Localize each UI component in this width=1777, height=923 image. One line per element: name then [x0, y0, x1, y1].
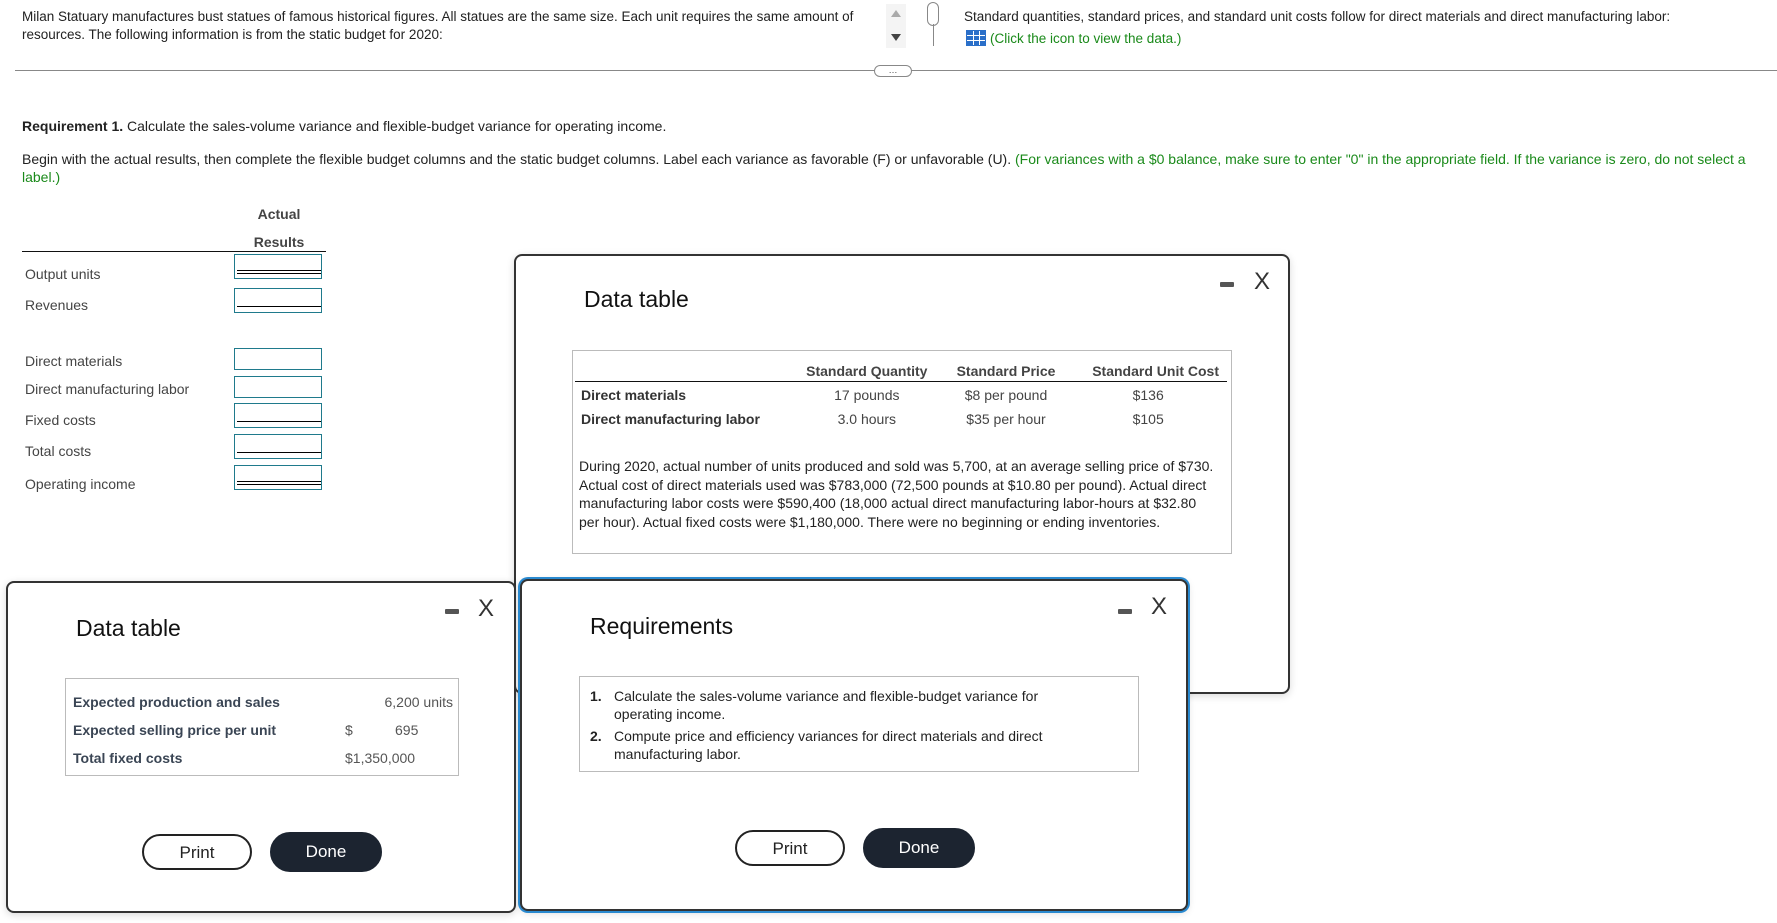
row-value: $1,350,000 [345, 750, 416, 766]
row-price: $8 per pound [964, 387, 1048, 403]
modal-title: Data table [584, 286, 689, 312]
divider-drag-handle[interactable]: … [874, 65, 912, 77]
instructions: Begin with the actual results, then comp… [22, 150, 1772, 186]
row-label-fixed-costs: Fixed costs [25, 412, 96, 428]
column-header-line1: Actual [257, 206, 301, 222]
scroll-up-icon[interactable] [891, 10, 901, 17]
view-data-link-text[interactable]: (Click the icon to view the data.) [990, 31, 1181, 46]
budget-data-table-modal: Data table X Expected production and sal… [6, 581, 516, 913]
col-header-price: Standard Price [942, 357, 1070, 382]
row-quantity: 3.0 hours [837, 411, 896, 427]
close-icon[interactable]: X [1254, 270, 1270, 294]
requirement-item: 1. Calculate the sales-volume variance a… [580, 687, 1100, 723]
minimize-icon[interactable] [445, 609, 459, 614]
operating-income-actual-input[interactable] [234, 465, 322, 490]
row-label-total-costs: Total costs [25, 443, 92, 459]
close-icon[interactable]: X [1151, 595, 1167, 619]
requirement-item: 2. Compute price and efficiency variance… [580, 727, 1100, 763]
modal-title: Data table [76, 615, 181, 641]
instructions-text: Begin with the actual results, then comp… [22, 151, 1015, 167]
requirement-label: Requirement 1. [22, 118, 124, 134]
row-label: Expected selling price per unit [73, 722, 277, 738]
standards-table-box: Standard Quantity Standard Price Standar… [572, 350, 1232, 554]
row-label-revenues: Revenues [25, 297, 89, 313]
print-button[interactable]: Print [142, 834, 252, 870]
problem-intro-text: Milan Statuary manufactures bust statues… [22, 9, 854, 42]
row-item: Direct manufacturing labor [581, 411, 760, 427]
close-icon[interactable]: X [478, 597, 494, 621]
vertical-splitter-handle[interactable] [927, 2, 939, 26]
row-label-output-units: Output units [25, 266, 101, 282]
row-item: Direct materials [581, 387, 687, 403]
item-number: 1. [590, 688, 602, 704]
table-header-row: Standard Quantity Standard Price Standar… [575, 357, 1227, 382]
col-header-unit-cost: Standard Unit Cost [1069, 357, 1227, 382]
item-number: 2. [590, 728, 602, 744]
row-label: Total fixed costs [73, 750, 183, 766]
output-units-actual-input[interactable] [234, 254, 322, 279]
revenues-actual-input[interactable] [234, 288, 322, 313]
print-button[interactable]: Print [735, 830, 845, 866]
requirement-heading: Requirement 1. Calculate the sales-volum… [22, 118, 666, 134]
view-data-link[interactable]: (Click the icon to view the data.) [966, 30, 1181, 46]
col-header-item [575, 357, 791, 382]
row-value: 695 [395, 722, 419, 738]
scroll-down-icon[interactable] [891, 34, 901, 41]
standards-intro-text: Standard quantities, standard prices, an… [964, 9, 1671, 24]
row-unit-cost: $136 [1132, 387, 1164, 403]
direct-materials-actual-input[interactable] [234, 348, 322, 370]
requirements-list: 1. Calculate the sales-volume variance a… [580, 687, 1100, 767]
budget-table-box: Expected production and sales 6,200 unit… [65, 678, 459, 776]
col-header-quantity: Standard Quantity [791, 357, 943, 382]
table-grid-icon[interactable] [966, 30, 986, 46]
row-label-operating-income: Operating income [25, 476, 136, 492]
row-label-direct-labor: Direct manufacturing labor [25, 381, 190, 397]
table-row: Direct manufacturing labor 3.0 hours $35… [575, 406, 1227, 430]
table-row: Direct materials 17 pounds $8 per pound … [575, 382, 1227, 407]
item-text: Calculate the sales-volume variance and … [614, 688, 1039, 722]
modal-title: Requirements [590, 613, 734, 639]
vertical-splitter-line [933, 24, 934, 46]
row-unit-cost: $105 [1132, 411, 1164, 427]
minimize-icon[interactable] [1118, 609, 1132, 614]
direct-labor-actual-input[interactable] [234, 376, 322, 398]
row-currency: $ [345, 722, 353, 738]
fixed-costs-actual-input[interactable] [234, 403, 322, 428]
row-label: Expected production and sales [73, 694, 280, 710]
requirements-list-box: 1. Calculate the sales-volume variance a… [579, 676, 1139, 772]
scroll-control[interactable] [886, 4, 906, 48]
actual-results-paragraph: During 2020, actual number of units prod… [579, 458, 1214, 530]
row-value: 6,200 units [384, 694, 454, 710]
header-rule [22, 251, 326, 252]
done-button[interactable]: Done [270, 832, 382, 872]
item-text: Compute price and efficiency variances f… [614, 728, 1043, 762]
row-price: $35 per hour [966, 411, 1046, 427]
minimize-icon[interactable] [1220, 282, 1234, 287]
done-button[interactable]: Done [863, 828, 975, 868]
requirement-text: Calculate the sales-volume variance and … [123, 118, 667, 134]
requirements-modal: Requirements X 1. Calculate the sales-vo… [520, 579, 1188, 911]
row-quantity: 17 pounds [834, 387, 900, 403]
row-label-direct-materials: Direct materials [25, 353, 123, 369]
standards-table: Standard Quantity Standard Price Standar… [575, 357, 1227, 430]
total-costs-actual-input[interactable] [234, 434, 322, 459]
actual-results-header: Actual Results [230, 200, 328, 256]
